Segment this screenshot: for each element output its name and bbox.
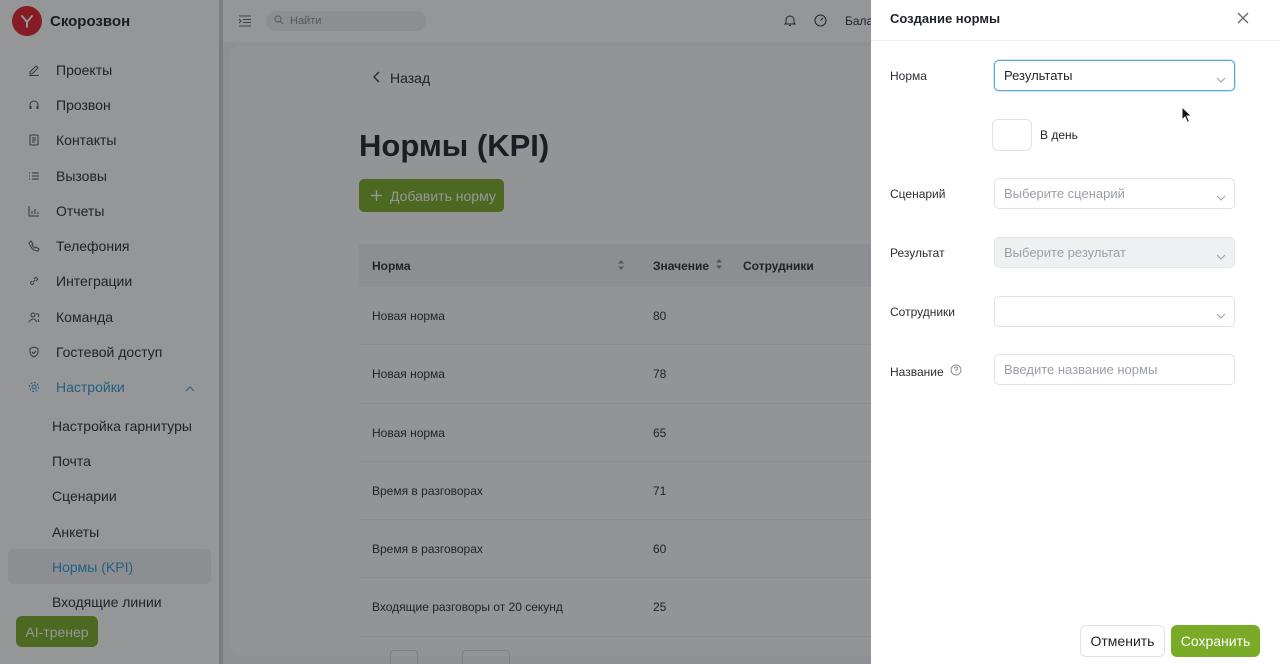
field-label: Сотрудники <box>890 305 955 319</box>
chevron-down-icon <box>1216 307 1226 322</box>
result-select[interactable]: Выберите результат <box>994 237 1235 268</box>
panel-title: Создание нормы <box>890 11 1001 26</box>
norm-name-placeholder: Введите название нормы <box>1004 362 1158 377</box>
chevron-down-icon <box>1216 248 1226 263</box>
scenario-select[interactable]: Выберите сценарий <box>994 178 1235 209</box>
result-placeholder: Выберите результат <box>1004 245 1126 260</box>
per-day-label: В день <box>1040 128 1078 142</box>
scenario-label: Сценарий <box>890 187 945 201</box>
help-icon[interactable] <box>950 364 962 379</box>
norm-select-value: Результаты <box>1004 68 1073 83</box>
cancel-button[interactable]: Отменить <box>1080 625 1165 657</box>
scenario-placeholder: Выберите сценарий <box>1004 186 1125 201</box>
field-label: Сценарий <box>890 187 946 201</box>
close-icon[interactable] <box>1237 11 1251 25</box>
panel-header: Создание нормы <box>871 0 1280 41</box>
mouse-cursor-icon <box>1181 105 1193 129</box>
name-label: Название <box>890 364 962 379</box>
field-label: Название <box>890 364 944 379</box>
result-label: Результат <box>890 246 945 260</box>
per-day-input[interactable] <box>992 119 1032 151</box>
field-label: Результат <box>890 246 945 260</box>
norm-name-input[interactable]: Введите название нормы <box>994 354 1235 385</box>
norm-label: Норма <box>890 69 927 83</box>
norm-select[interactable]: Результаты <box>994 60 1235 91</box>
chevron-down-icon <box>1216 71 1226 86</box>
panel-footer: Отменить Сохранить <box>871 612 1280 664</box>
save-button[interactable]: Сохранить <box>1171 625 1260 657</box>
employees-select[interactable] <box>994 296 1235 327</box>
create-norm-panel: Создание нормы Норма Результаты В день С… <box>871 0 1280 664</box>
modal-backdrop[interactable] <box>0 0 871 664</box>
field-label: Норма <box>890 69 927 83</box>
chevron-down-icon <box>1216 189 1226 204</box>
employees-label: Сотрудники <box>890 305 955 319</box>
